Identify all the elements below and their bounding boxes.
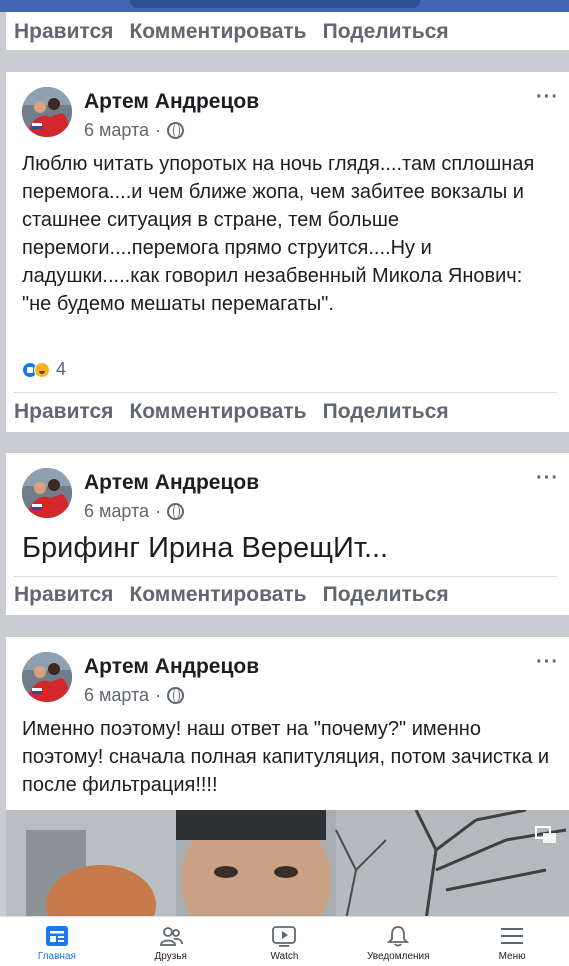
post-actions: Нравится Комментировать Поделиться <box>14 400 449 424</box>
meta-separator: · <box>155 685 162 705</box>
post-meta: 6 марта · <box>84 685 185 706</box>
post-date[interactable]: 6 марта <box>84 120 149 141</box>
nav-notifications[interactable]: Уведомления <box>341 917 455 966</box>
video-thumbnail[interactable] <box>6 810 569 920</box>
post-author[interactable]: Артем Андрецов <box>84 655 259 679</box>
nav-watch[interactable]: Watch <box>228 917 342 966</box>
nav-menu[interactable]: Меню <box>455 917 569 966</box>
nav-home[interactable]: Главная <box>0 917 114 966</box>
watch-icon <box>272 926 297 947</box>
post-card: Артем Андрецов 6 марта · ··· Люблю читат… <box>6 72 569 432</box>
post-actions: Нравится Комментировать Поделиться <box>14 583 449 607</box>
home-icon <box>45 926 68 946</box>
nav-watch-label: Watch <box>270 951 299 962</box>
like-button[interactable]: Нравится <box>14 400 113 424</box>
post-meta: 6 марта · <box>84 120 185 141</box>
more-options-icon[interactable]: ··· <box>536 651 559 674</box>
reaction-count: 4 <box>56 359 67 379</box>
nav-notifications-label: Уведомления <box>367 951 430 962</box>
share-button[interactable]: Поделиться <box>323 20 449 44</box>
avatar[interactable] <box>22 87 72 137</box>
meta-separator: · <box>155 120 162 140</box>
nav-friends-label: Друзья <box>154 951 187 962</box>
post-author[interactable]: Артем Андрецов <box>84 471 259 495</box>
avatar[interactable] <box>22 468 72 518</box>
divider <box>14 392 557 393</box>
post-text: Именно поэтому! наш ответ на "почему?" и… <box>22 718 550 796</box>
post-card: Артем Андрецов 6 марта · ··· Именно поэт… <box>6 637 569 810</box>
meta-separator: · <box>155 501 162 521</box>
post-text: Брифинг Ирина ВерещИт... <box>22 532 389 564</box>
post-date[interactable]: 6 марта <box>84 685 149 706</box>
post-text: Люблю читать упоротых на ночь глядя....т… <box>22 153 535 315</box>
post-author[interactable]: Артем Андрецов <box>84 90 259 114</box>
divider <box>14 576 557 577</box>
nav-menu-label: Меню <box>498 951 526 962</box>
post-card: Артем Андрецов 6 марта · ··· Брифинг Ири… <box>6 453 569 615</box>
comment-button[interactable]: Комментировать <box>129 583 306 607</box>
comment-button[interactable]: Комментировать <box>129 20 306 44</box>
avatar[interactable] <box>22 652 72 702</box>
globe-icon <box>167 122 185 139</box>
post-meta: 6 марта · <box>84 501 185 522</box>
nav-friends[interactable]: Друзья <box>114 917 228 966</box>
top-bar <box>0 0 569 12</box>
post-date[interactable]: 6 марта <box>84 501 149 522</box>
like-button[interactable]: Нравится <box>14 583 113 607</box>
share-button[interactable]: Поделиться <box>323 583 449 607</box>
bottom-nav: Главная Друзья Watch Уведомления Меню <box>0 916 569 966</box>
search-bar[interactable] <box>130 0 420 8</box>
fullscreen-icon[interactable] <box>535 826 557 844</box>
nav-home-label: Главная <box>37 951 76 962</box>
comment-button[interactable]: Комментировать <box>129 400 306 424</box>
more-options-icon[interactable]: ··· <box>536 467 559 490</box>
more-options-icon[interactable]: ··· <box>536 86 559 109</box>
bell-icon <box>387 926 410 947</box>
haha-reaction-icon <box>34 361 50 378</box>
post-card-previous: Нравится Комментировать Поделиться <box>6 12 569 50</box>
globe-icon <box>167 503 185 520</box>
friends-icon <box>159 927 183 946</box>
reactions-summary[interactable]: 4 <box>22 359 66 380</box>
like-button[interactable]: Нравится <box>14 20 113 44</box>
share-button[interactable]: Поделиться <box>323 400 449 424</box>
post-actions: Нравится Комментировать Поделиться <box>14 20 449 44</box>
menu-icon <box>501 928 524 944</box>
globe-icon <box>167 687 185 704</box>
